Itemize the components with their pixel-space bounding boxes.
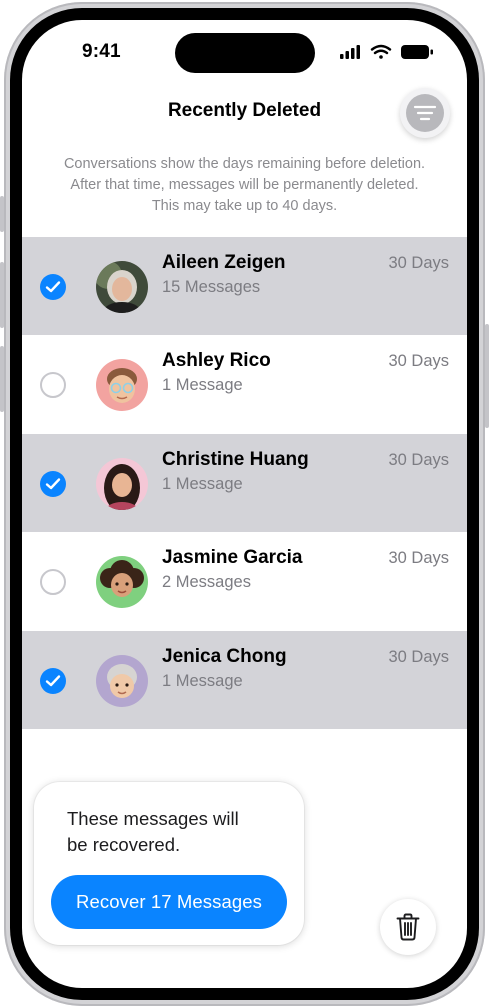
cellular-signal-icon <box>340 45 360 59</box>
status-icons <box>340 44 433 59</box>
avatar <box>96 261 148 313</box>
conversation-row[interactable]: Christine Huang 1 Message 30 Days <box>22 434 467 532</box>
recover-message-line: be recovered. <box>67 834 181 855</box>
selection-checkbox-unchecked[interactable] <box>40 569 66 595</box>
message-count: 15 Messages <box>162 278 261 296</box>
selection-checkbox-checked[interactable] <box>40 274 66 300</box>
info-line: Conversations show the days remaining be… <box>63 156 426 172</box>
contact-name: Jenica Chong <box>162 646 287 667</box>
avatar <box>96 458 148 510</box>
checkmark-icon <box>45 281 61 293</box>
days-remaining: 30 Days <box>388 352 449 370</box>
contact-name: Ashley Rico <box>162 350 271 371</box>
selection-checkbox-unchecked[interactable] <box>40 372 66 398</box>
selection-checkbox-checked[interactable] <box>40 668 66 694</box>
days-remaining: 30 Days <box>388 648 449 666</box>
filter-icon <box>413 105 437 121</box>
contact-name: Aileen Zeigen <box>162 252 286 273</box>
selection-checkbox-checked[interactable] <box>40 471 66 497</box>
volume-down-button <box>0 346 4 412</box>
conversation-row[interactable]: Jenica Chong 1 Message 30 Days <box>22 631 467 729</box>
status-time: 9:41 <box>82 41 121 62</box>
recover-messages-button[interactable]: Recover 17 Messages <box>51 875 287 929</box>
conversation-row[interactable]: Jasmine Garcia 2 Messages 30 Days <box>22 532 467 630</box>
trash-icon <box>396 913 420 941</box>
checkmark-icon <box>45 478 61 490</box>
contact-name: Jasmine Garcia <box>162 547 303 568</box>
message-count: 1 Message <box>162 475 243 493</box>
info-line: After that time, messages will be perman… <box>70 177 419 193</box>
days-remaining: 30 Days <box>388 451 449 469</box>
conversation-row[interactable]: Aileen Zeigen 15 Messages 30 Days <box>22 237 467 335</box>
action-button <box>0 196 4 232</box>
message-count: 2 Messages <box>162 573 251 591</box>
filter-button[interactable] <box>400 88 450 138</box>
avatar <box>96 655 148 707</box>
message-count: 1 Message <box>162 672 243 690</box>
conversation-row[interactable]: Ashley Rico 1 Message 30 Days <box>22 335 467 433</box>
volume-up-button <box>0 262 4 328</box>
dynamic-island <box>175 33 315 73</box>
phone-screen: 9:41 Recently Deleted Conversations show… <box>22 20 467 988</box>
checkmark-icon <box>45 675 61 687</box>
avatar <box>96 556 148 608</box>
avatar <box>96 359 148 411</box>
recover-message-line: These messages will <box>67 808 239 829</box>
info-line: This may take up to 40 days. <box>151 198 338 214</box>
days-remaining: 30 Days <box>388 254 449 272</box>
power-button <box>485 324 489 428</box>
delete-button[interactable] <box>380 899 436 955</box>
contact-name: Christine Huang <box>162 449 309 470</box>
recover-message: These messages will be recovered. <box>67 806 277 858</box>
message-count: 1 Message <box>162 376 243 394</box>
wifi-icon <box>370 44 392 59</box>
battery-icon <box>401 45 433 59</box>
recover-popup: These messages will be recovered. Recove… <box>34 782 304 945</box>
deletion-info-text: Conversations show the days remaining be… <box>42 154 447 217</box>
days-remaining: 30 Days <box>388 549 449 567</box>
